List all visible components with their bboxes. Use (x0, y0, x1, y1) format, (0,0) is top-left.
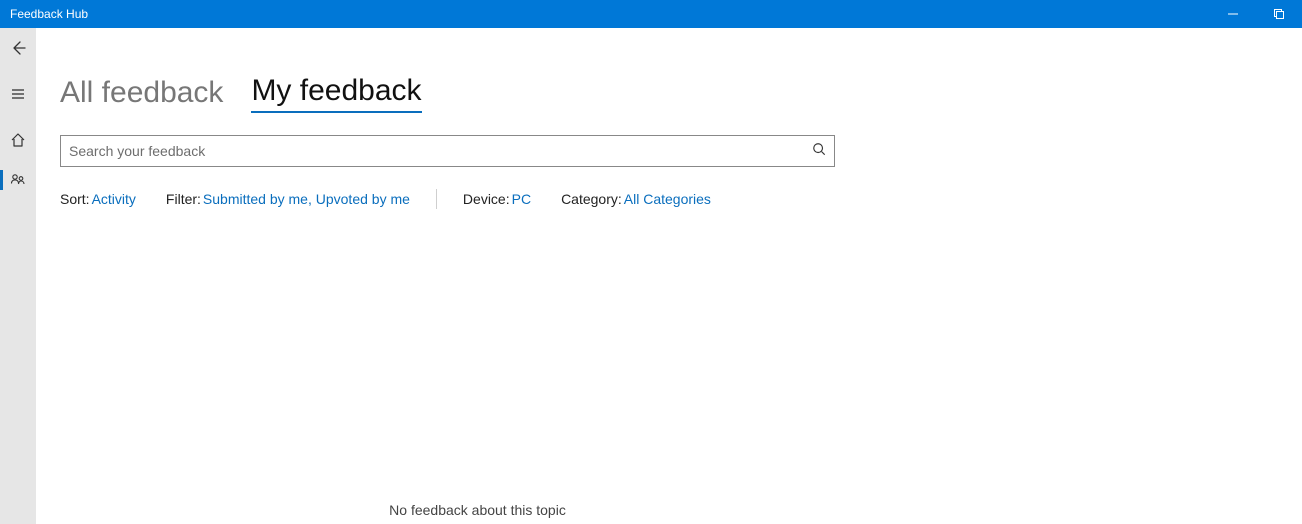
device-label: Device: (463, 191, 510, 207)
minimize-button[interactable] (1210, 0, 1256, 28)
back-arrow-icon (10, 40, 26, 56)
category-label: Category: (561, 191, 622, 207)
search-input[interactable] (69, 143, 804, 159)
filter-value[interactable]: Submitted by me, Upvoted by me (203, 191, 410, 207)
app-title: Feedback Hub (10, 7, 88, 21)
minimize-icon (1228, 9, 1238, 19)
empty-state: No feedback about this topic (60, 502, 895, 518)
sidebar (0, 28, 36, 524)
filter-group: Filter: Submitted by me, Upvoted by me (166, 191, 410, 207)
maximize-icon (1274, 9, 1284, 19)
maximize-button[interactable] (1256, 0, 1302, 28)
feedback-icon (10, 172, 26, 188)
window-controls (1210, 0, 1302, 28)
hamburger-icon (10, 86, 26, 102)
tab-all-feedback[interactable]: All feedback (60, 76, 223, 113)
feedback-nav[interactable] (0, 160, 36, 200)
sort-value[interactable]: Activity (92, 191, 136, 207)
search-box[interactable] (60, 135, 835, 167)
device-value[interactable]: PC (512, 191, 531, 207)
home-icon (10, 132, 26, 148)
tabs: All feedback My feedback (60, 74, 1278, 113)
search-icon[interactable] (812, 142, 826, 161)
main-content: All feedback My feedback Sort: Activity … (36, 28, 1302, 524)
back-button[interactable] (0, 28, 36, 68)
menu-button[interactable] (0, 74, 36, 114)
device-group: Device: PC (463, 191, 531, 207)
home-nav[interactable] (0, 120, 36, 160)
sort-label: Sort: (60, 191, 90, 207)
category-group: Category: All Categories (561, 191, 711, 207)
tab-my-feedback[interactable]: My feedback (251, 74, 421, 113)
category-value[interactable]: All Categories (624, 191, 711, 207)
title-bar: Feedback Hub (0, 0, 1302, 28)
filter-divider (436, 189, 437, 209)
filter-label: Filter: (166, 191, 201, 207)
sort-group: Sort: Activity (60, 191, 136, 207)
filter-bar: Sort: Activity Filter: Submitted by me, … (60, 189, 1278, 209)
